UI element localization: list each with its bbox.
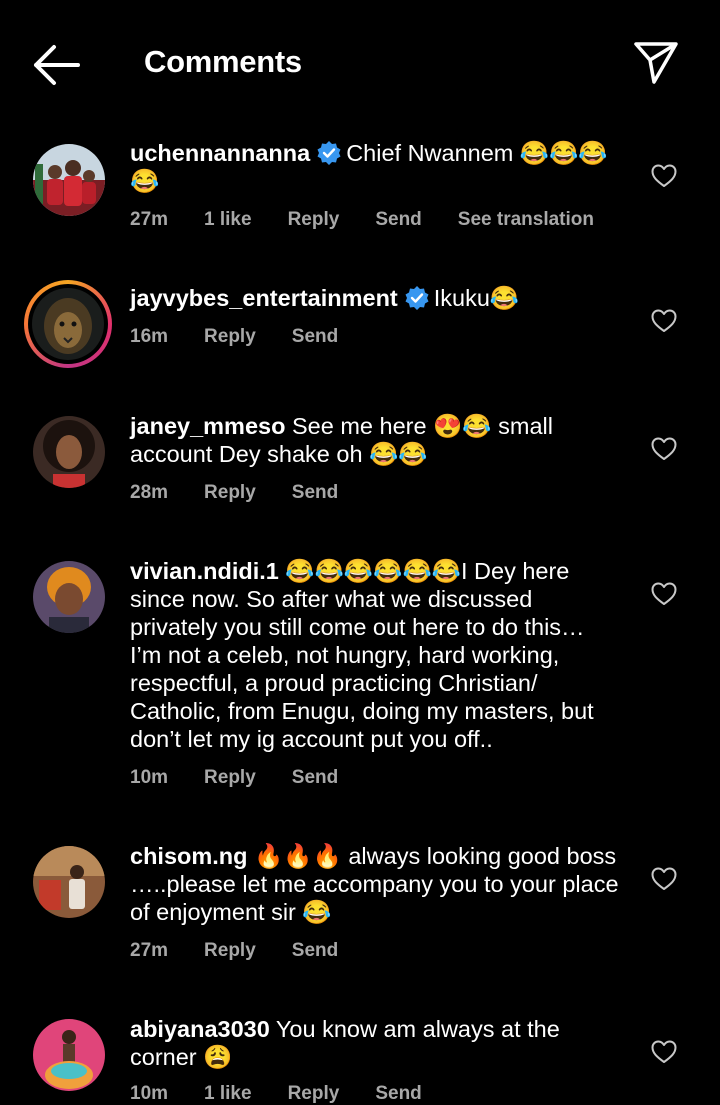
page-title: Comments — [144, 44, 302, 79]
comment-username[interactable]: uchennannanna — [130, 140, 310, 166]
comment-like-count[interactable]: 1 like — [204, 209, 252, 230]
send-button[interactable]: Send — [292, 940, 338, 961]
comment-meta: 27m 1 like Reply Send See translation — [130, 209, 630, 231]
comment-body: jayvybes_entertainment Ikuku😂 — [130, 284, 622, 312]
avatar[interactable] — [33, 846, 105, 918]
comment-meta: 27m Reply Send — [130, 940, 374, 962]
avatar[interactable] — [33, 144, 105, 216]
reply-button[interactable]: Reply — [288, 209, 340, 230]
reply-button[interactable]: Reply — [204, 482, 256, 503]
verified-badge-icon — [405, 286, 429, 310]
comment-time: 27m — [130, 940, 169, 961]
comment-meta: 16m Reply Send — [130, 326, 374, 348]
comment-time: 28m — [130, 482, 169, 503]
comment-username[interactable]: abiyana3030 — [130, 1016, 270, 1042]
comment-username[interactable]: vivian.ndidi.1 — [130, 558, 279, 584]
comment-time: 10m — [130, 767, 169, 788]
heart-icon[interactable] — [651, 164, 677, 188]
send-button[interactable]: Send — [292, 326, 338, 347]
reply-button[interactable]: Reply — [204, 767, 256, 788]
send-button[interactable]: Send — [292, 767, 338, 788]
comment-username[interactable]: chisom.ng — [130, 843, 248, 869]
heart-icon[interactable] — [651, 309, 677, 333]
send-button[interactable]: Send — [375, 209, 421, 230]
heart-icon[interactable] — [651, 1040, 677, 1064]
avatar[interactable] — [33, 561, 105, 633]
avatar[interactable] — [33, 1019, 105, 1091]
comment-text: 😂😂😂😂😂😂I Dey here since now. So after wha… — [130, 558, 594, 752]
header-bar: Comments — [0, 0, 720, 125]
verified-badge-icon — [317, 141, 341, 165]
reply-button[interactable]: Reply — [204, 326, 256, 347]
comment-body: abiyana3030 You know am always at the co… — [130, 1015, 622, 1071]
comment-body: janey_mmeso See me here 😍😂 small account… — [130, 412, 622, 468]
comment-meta: 10m 1 like Reply Send — [130, 1083, 458, 1105]
reply-button[interactable]: Reply — [204, 940, 256, 961]
avatar[interactable] — [33, 416, 105, 488]
story-ring[interactable] — [24, 280, 112, 368]
comment-username[interactable]: jayvybes_entertainment — [130, 285, 398, 311]
comment-time: 16m — [130, 326, 169, 347]
send-button[interactable]: Send — [292, 482, 338, 503]
heart-icon[interactable] — [651, 582, 677, 606]
comment-body: chisom.ng 🔥🔥🔥 always looking good boss …… — [130, 842, 622, 926]
heart-icon[interactable] — [651, 867, 677, 891]
comment-username[interactable]: janey_mmeso — [130, 413, 285, 439]
comment-body: vivian.ndidi.1 😂😂😂😂😂😂I Dey here since no… — [130, 557, 622, 753]
comment-text: Ikuku😂 — [433, 285, 520, 311]
heart-icon[interactable] — [651, 437, 677, 461]
comment-meta: 28m Reply Send — [130, 482, 374, 504]
paper-plane-icon[interactable] — [632, 40, 680, 86]
comment-body: uchennannanna Chief Nwannem 😂😂😂😂 — [130, 139, 622, 195]
see-translation-button[interactable]: See translation — [458, 209, 594, 230]
arrow-left-icon[interactable] — [30, 42, 82, 88]
comment-time: 27m — [130, 209, 169, 230]
avatar[interactable] — [32, 288, 104, 360]
comment-meta: 10m Reply Send — [130, 767, 374, 789]
